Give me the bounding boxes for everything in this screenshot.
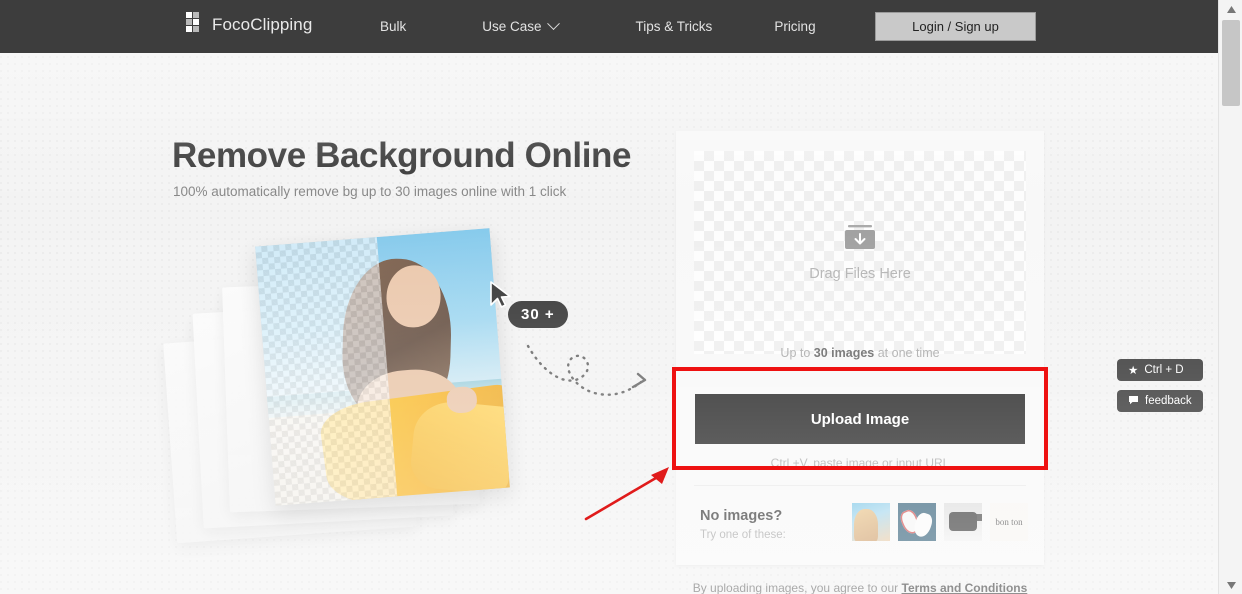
paste-hint-prefix: Ctrl +V, paste image or input [771,456,926,470]
nav-label: Pricing [774,19,815,34]
dotted-curly-arrow-icon [525,340,660,405]
nav-item-pricing[interactable]: Pricing [774,19,815,34]
no-images-title: No images? [700,508,782,524]
file-dropzone[interactable]: Drag Files Here [694,151,1026,354]
sample-image-list: bon ton [852,503,1028,541]
nav-label: Tips & Tricks [636,19,713,34]
bookmark-shortcut-label: Ctrl + D [1144,364,1183,376]
checkerboard-logo-icon [186,12,203,37]
chevron-down-icon [547,17,560,30]
feedback-label: feedback [1145,395,1192,407]
brand-logo[interactable]: FocoClipping [186,12,312,37]
nav-item-use-case[interactable]: Use Case [482,19,557,34]
hero-photo-collage: 30 + [170,235,570,590]
nav-item-bulk[interactable]: Bulk [380,19,406,34]
annotation-red-arrow [583,463,675,523]
sample-beach-photo [255,228,510,506]
sample-image-camera[interactable] [944,503,982,541]
scroll-down-arrow-icon[interactable] [1219,576,1242,594]
sample-image-bon-ton[interactable]: bon ton [990,503,1028,541]
limit-prefix: Up to [780,346,813,360]
bookmark-shortcut-button[interactable]: ★ Ctrl + D [1117,359,1203,381]
nav-label: Bulk [380,19,406,34]
main-navigation: Bulk Use Case Tips & Tricks Pricing [380,0,816,53]
thirty-plus-badge: 30 + [508,301,568,328]
upload-limit-text: Up to 30 images at one time [676,346,1044,360]
url-link[interactable]: URL [925,456,949,470]
browser-scrollbar[interactable] [1218,0,1242,594]
feedback-button[interactable]: feedback [1117,390,1203,412]
no-images-subtitle: Try one of these: [700,529,786,541]
sample-image-woman[interactable] [852,503,890,541]
scrollbar-thumb[interactable] [1222,20,1240,106]
upload-image-button[interactable]: Upload Image [695,394,1025,444]
transparency-checker-overlay [255,237,397,506]
limit-suffix: at one time [874,346,939,360]
terms-prefix: By uploading images, you agree to our [693,581,902,594]
page-subtitle: 100% automatically remove bg up to 30 im… [173,184,566,199]
page-canvas: FocoClipping Bulk Use Case Tips & Tricks… [0,0,1218,594]
scroll-up-arrow-icon[interactable] [1219,0,1242,18]
nav-item-tips-tricks[interactable]: Tips & Tricks [636,19,713,34]
panel-divider [694,485,1026,486]
floating-action-buttons: ★ Ctrl + D feedback [1117,359,1203,412]
limit-count: 30 images [814,346,874,360]
terms-and-conditions-link[interactable]: Terms and Conditions [902,581,1028,594]
terms-notice: By uploading images, you agree to our Te… [676,581,1044,594]
sample-image-sneakers[interactable] [898,503,936,541]
login-signup-button[interactable]: Login / Sign up [875,12,1036,41]
upload-panel: Drag Files Here Up to 30 images at one t… [676,131,1044,565]
download-tray-icon [843,224,877,250]
page-title: Remove Background Online [172,136,631,176]
paste-hint-text: Ctrl +V, paste image or input URL [676,456,1044,470]
star-icon: ★ [1128,363,1138,377]
site-header: FocoClipping Bulk Use Case Tips & Tricks… [0,0,1218,53]
speech-bubble-icon [1128,395,1139,408]
dropzone-label: Drag Files Here [809,266,911,282]
brand-name: FocoClipping [212,15,312,35]
nav-label: Use Case [482,19,541,34]
